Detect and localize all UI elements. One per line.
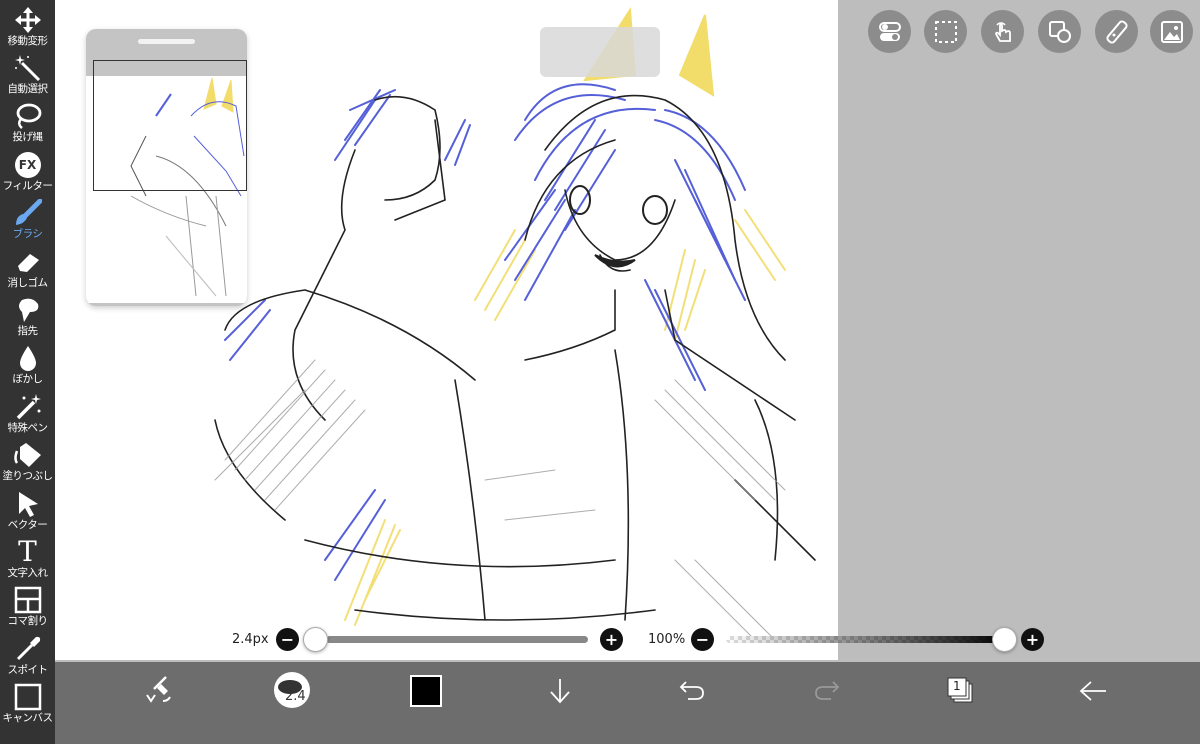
tool-text[interactable]: T 文字入れ <box>0 534 55 582</box>
fx-icon: FX <box>13 150 43 180</box>
ruler-icon <box>1105 19 1128 44</box>
tool-smudge[interactable]: 指先 <box>0 292 55 340</box>
tool-label: スポイト <box>7 664 49 676</box>
navigator-handle[interactable] <box>138 39 195 44</box>
tool-label: ぼかし <box>12 373 44 385</box>
layers-icon <box>947 677 973 703</box>
back-button[interactable] <box>1077 676 1109 706</box>
tool-label: 消しゴム <box>7 277 49 289</box>
lasso-icon <box>13 101 43 131</box>
tool-label: キャンバス <box>2 712 54 724</box>
tool-fill[interactable]: 塗りつぶし <box>0 437 55 485</box>
special-pen-icon <box>13 392 43 422</box>
text-icon: T <box>18 535 37 568</box>
eraser-icon <box>13 247 43 277</box>
undo-button[interactable] <box>677 676 707 706</box>
touch-button[interactable] <box>981 10 1024 53</box>
canvas-icon <box>13 682 43 712</box>
pen-swap-icon <box>146 676 171 703</box>
tool-brush[interactable]: ブラシ <box>0 195 55 243</box>
arrow-down-icon <box>550 679 570 704</box>
tool-label: 特殊ペン <box>7 422 49 434</box>
brush-size-slider[interactable] <box>326 636 588 643</box>
opacity-slider[interactable] <box>726 636 1008 643</box>
image-button[interactable] <box>1150 10 1193 53</box>
vector-cursor-icon <box>13 489 43 519</box>
left-toolbar: 移動変形 自動選択 投げ縄 FX フィルター ブラシ 消しゴム 指先 ぼかし 特… <box>0 0 55 744</box>
toggle-icon <box>878 21 901 41</box>
tool-special-pen[interactable]: 特殊ペン <box>0 389 55 437</box>
swap-button[interactable] <box>141 672 177 708</box>
brush-preview-size: 2.4 <box>285 689 306 704</box>
brush-preview-button[interactable]: 2.4 <box>274 672 310 708</box>
shape-button[interactable] <box>1038 10 1081 53</box>
opacity-minus-button[interactable]: − <box>691 628 714 651</box>
magic-wand-icon <box>13 53 43 83</box>
brush-size-thumb[interactable] <box>303 627 328 652</box>
undo-icon <box>679 681 704 700</box>
opacity-label: 100% <box>648 632 686 647</box>
tool-canvas[interactable]: キャンバス <box>0 679 55 727</box>
tool-eraser[interactable]: 消しゴム <box>0 244 55 292</box>
image-icon <box>1160 20 1183 43</box>
color-swatch-button[interactable] <box>410 675 442 707</box>
selection-button[interactable] <box>924 10 967 53</box>
tool-label: コマ割り <box>7 615 49 627</box>
blur-drop-icon <box>13 343 43 373</box>
opacity-thumb[interactable] <box>992 627 1017 652</box>
brush-size-label: 2.4px <box>232 632 269 647</box>
minus-icon: − <box>280 629 295 649</box>
tool-blur[interactable]: ぼかし <box>0 340 55 388</box>
touch-icon <box>994 21 1011 42</box>
tool-filter[interactable]: FX フィルター <box>0 147 55 195</box>
eyedropper-icon <box>13 634 43 664</box>
shape-icon <box>1048 20 1071 43</box>
tool-label: 投げ縄 <box>12 131 44 143</box>
selection-icon <box>934 20 957 43</box>
layers-button[interactable]: 1 <box>944 674 978 708</box>
tool-label: 文字入れ <box>7 567 49 579</box>
smudge-icon <box>13 295 43 325</box>
bottom-toolbar: 2.4 1 <box>55 662 1200 744</box>
tool-frame-divider[interactable]: コマ割り <box>0 582 55 630</box>
frame-divider-icon <box>13 585 43 615</box>
tool-label: ベクター <box>7 519 48 531</box>
tool-auto-select[interactable]: 自動選択 <box>0 50 55 98</box>
navigator-panel[interactable] <box>86 29 247 306</box>
tool-eyedropper[interactable]: スポイト <box>0 631 55 679</box>
fill-bucket-icon <box>13 440 43 470</box>
toggle-button[interactable] <box>868 10 911 53</box>
tool-vector[interactable]: ベクター <box>0 486 55 534</box>
layer-count: 1 <box>953 679 961 693</box>
current-color <box>412 677 440 705</box>
tool-label: 指先 <box>17 325 39 337</box>
brush-icon <box>13 198 43 228</box>
redo-icon <box>815 681 840 700</box>
plus-icon: + <box>1025 629 1040 649</box>
plus-icon: + <box>604 629 619 649</box>
move-arrows-icon <box>13 5 43 35</box>
tool-move-transform[interactable]: 移動変形 <box>0 2 55 50</box>
tool-label: 自動選択 <box>7 83 49 95</box>
tool-lasso[interactable]: 投げ縄 <box>0 98 55 146</box>
hint-box <box>540 27 660 77</box>
ruler-button[interactable] <box>1095 10 1138 53</box>
minus-icon: − <box>695 629 710 649</box>
tool-label: 移動変形 <box>7 35 49 47</box>
redo-button[interactable] <box>812 676 842 706</box>
opacity-plus-button[interactable]: + <box>1021 628 1044 651</box>
brush-size-plus-button[interactable]: + <box>600 628 623 651</box>
tool-label: ブラシ <box>12 228 43 240</box>
tool-label: 塗りつぶし <box>2 470 53 482</box>
navigator-viewport-frame[interactable] <box>93 60 247 191</box>
tool-label: フィルター <box>2 180 53 192</box>
save-down-button[interactable] <box>545 676 575 706</box>
brush-size-minus-button[interactable]: − <box>276 628 299 651</box>
arrow-left-icon <box>1079 681 1106 701</box>
